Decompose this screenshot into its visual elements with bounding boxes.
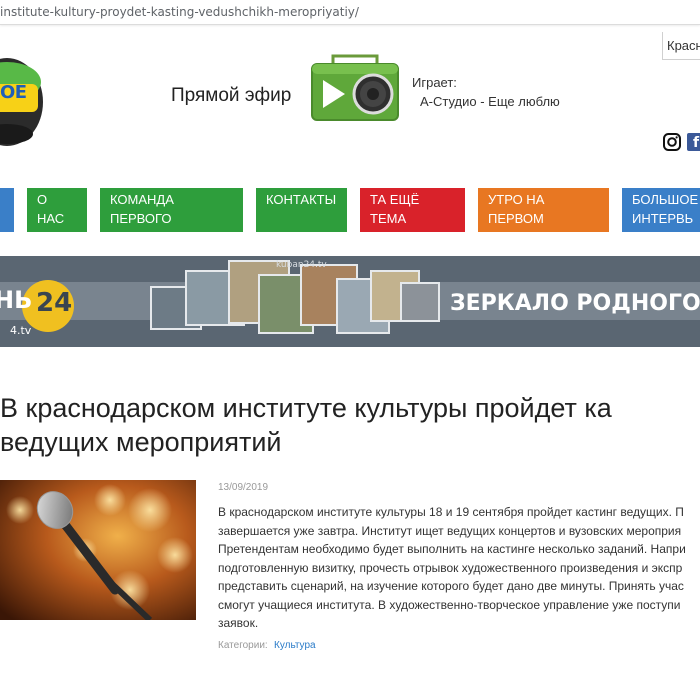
nav-item-label-2: ПЕРВОМ (488, 211, 544, 226)
nav-item-label-2: ИНТЕРВЬ (632, 211, 694, 226)
nav-item-label: УТРО НА (488, 192, 545, 207)
article-body: В краснодарском институте культуры 18 и … (218, 503, 700, 633)
article-body-line: смогут учащиеся института. В художествен… (218, 597, 681, 612)
nav-item-label: И (0, 190, 14, 209)
url-text[interactable]: institute-kultury-proydet-kasting-vedush… (0, 5, 359, 19)
article-body-line: заявок. (218, 616, 259, 630)
nav-item-label-2: ПЕРВОГО (110, 211, 172, 226)
ad-banner[interactable]: kuban24.tv НЬ 24 4.tv ЗЕРКАЛО РОДНОГО (0, 256, 700, 347)
nav-item-team[interactable]: КОМАНДА ПЕРВОГО (100, 188, 243, 232)
now-playing-track: А-Студио - Еще люблю (420, 94, 560, 109)
category-link[interactable]: Культура (274, 640, 316, 651)
article-image (0, 480, 196, 620)
nav-item-big-interview[interactable]: БОЛЬШОЕ ИНТЕРВЬ (622, 188, 700, 232)
nav-item-label: КОНТАКТЫ (266, 192, 337, 207)
nav-item-label: О (37, 192, 48, 207)
banner-number: 24 (36, 288, 73, 318)
article-body-line: Претендентам необходимо будет выполнить … (218, 542, 686, 556)
now-playing-label: Играет: (412, 75, 457, 90)
article-body-line: завершается уже завтра. Институт ищет ве… (218, 523, 682, 538)
banner-slogan: ЗЕРКАЛО РОДНОГО (450, 291, 700, 316)
article-body-line: представить сценарий, на изучение которо… (218, 579, 684, 593)
nav-item-label: КОМАНДА (110, 192, 174, 207)
article-body-line: В краснодарском институте культуры 18 и … (218, 505, 684, 519)
nav-item-that-topic[interactable]: ТА ЕЩЁ ТЕМА (360, 188, 465, 232)
facebook-icon[interactable]: f (687, 133, 700, 151)
nav-item-contacts[interactable]: КОНТАКТЫ (256, 188, 347, 232)
nav-item-label: БОЛЬШОЕ (632, 192, 699, 207)
banner-site: 4.tv (10, 324, 32, 337)
banner-thumb (400, 282, 440, 322)
radio-play-icon[interactable] (311, 52, 399, 122)
categories-label: Категории: (218, 640, 268, 651)
article-title-line-2: ведущих мероприятий (0, 427, 282, 457)
nav-item-label-2: ТЕМА (370, 211, 407, 226)
nav-item-partial-left[interactable]: И (0, 188, 14, 232)
article-body-line: подготовленную визитку, прочесть отрывок… (218, 560, 683, 575)
nav-item-about[interactable]: О НАС (27, 188, 87, 232)
instagram-icon[interactable] (663, 133, 681, 151)
article-title-line-1: В краснодарском институте культуры пройд… (0, 393, 612, 423)
nav-item-label-2: НАС (37, 211, 65, 226)
nav-item-morning-show[interactable]: УТРО НА ПЕРВОМ (478, 188, 609, 232)
article-title: В краснодарском институте культуры пройд… (0, 391, 700, 459)
browser-url-bar[interactable]: institute-kultury-proydet-kasting-vedush… (0, 0, 700, 25)
banner-brand: НЬ (0, 286, 33, 314)
nav-item-label: ТА ЕЩЁ (370, 192, 420, 207)
banner-site-small: kuban24.tv (276, 260, 327, 270)
article-date: 13/09/2019 (218, 482, 269, 493)
live-broadcast-label[interactable]: Прямой эфир (171, 85, 291, 107)
logo-text: ОЕ (0, 82, 27, 103)
city-select[interactable]: Красн (662, 32, 700, 60)
